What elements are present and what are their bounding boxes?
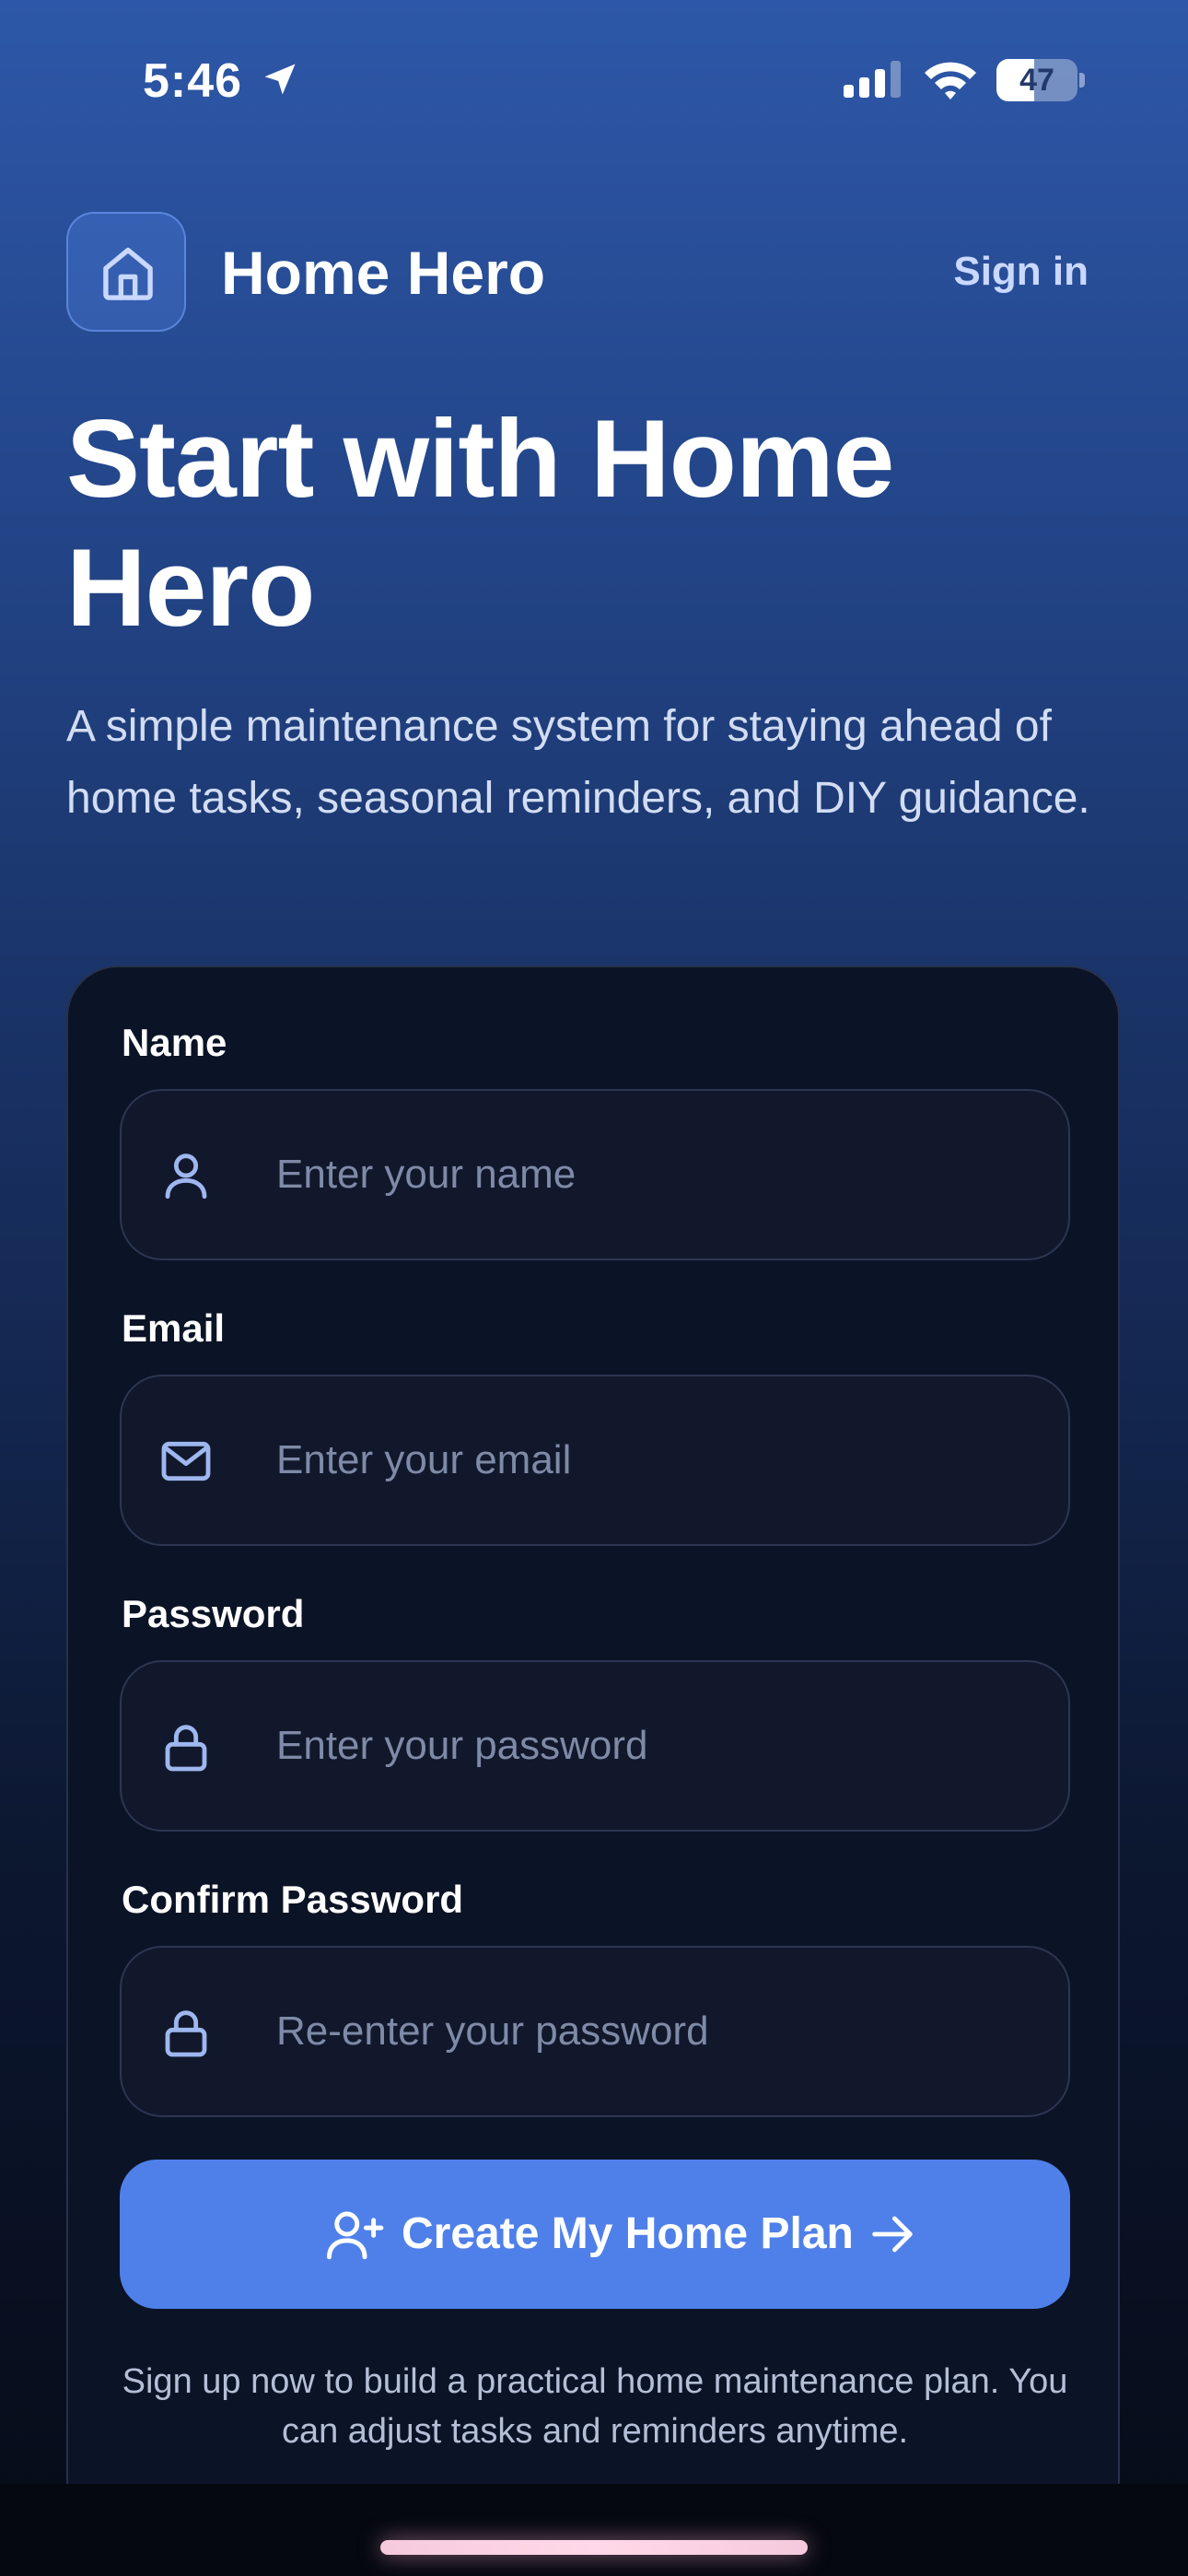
battery-percentage: 47 — [1019, 63, 1054, 98]
create-home-plan-label: Create My Home Plan — [402, 2209, 854, 2258]
sign-in-link[interactable]: Sign in — [953, 249, 1089, 295]
password-input[interactable] — [276, 1662, 1031, 1830]
status-time: 5:46 — [143, 54, 243, 108]
user-plus-icon — [327, 2211, 384, 2260]
bottom-bar — [0, 2484, 1188, 2576]
signup-form-card: Name Email Password Confirm Password — [66, 966, 1120, 2532]
email-label: Email — [122, 1306, 226, 1350]
signup-footnote: Sign up now to build a practical home ma… — [122, 2362, 1068, 2451]
wifi-icon — [925, 62, 976, 100]
email-input[interactable] — [276, 1376, 1031, 1544]
name-label: Name — [122, 1021, 227, 1064]
app-name: Home Hero — [221, 239, 546, 307]
page-subtitle: A simple maintenance system for staying … — [66, 702, 1090, 823]
location-arrow-icon — [264, 64, 296, 95]
name-field[interactable] — [120, 1089, 1070, 1260]
name-input[interactable] — [276, 1091, 1031, 1259]
cellular-signal-icon — [844, 61, 901, 98]
battery-icon: 47 — [996, 59, 1085, 101]
mail-icon — [161, 1441, 211, 1481]
confirm-password-field[interactable] — [120, 1946, 1070, 2117]
password-field[interactable] — [120, 1660, 1070, 1832]
lock-icon — [165, 2010, 207, 2057]
password-label: Password — [122, 1592, 305, 1635]
email-field[interactable] — [120, 1375, 1070, 1546]
confirm-password-input[interactable] — [276, 1948, 1031, 2115]
page-title: Start with Home Hero — [66, 397, 894, 650]
lock-icon — [165, 1725, 207, 1772]
create-home-plan-button[interactable]: Create My Home Plan — [120, 2160, 1070, 2309]
status-bar: 5:46 47 — [0, 0, 1188, 157]
arrow-right-icon — [872, 2216, 913, 2253]
user-icon — [165, 1153, 207, 1200]
home-indicator[interactable] — [380, 2540, 808, 2555]
home-icon — [103, 247, 153, 300]
app-logo — [66, 212, 186, 332]
confirm-password-label: Confirm Password — [122, 1878, 464, 1921]
